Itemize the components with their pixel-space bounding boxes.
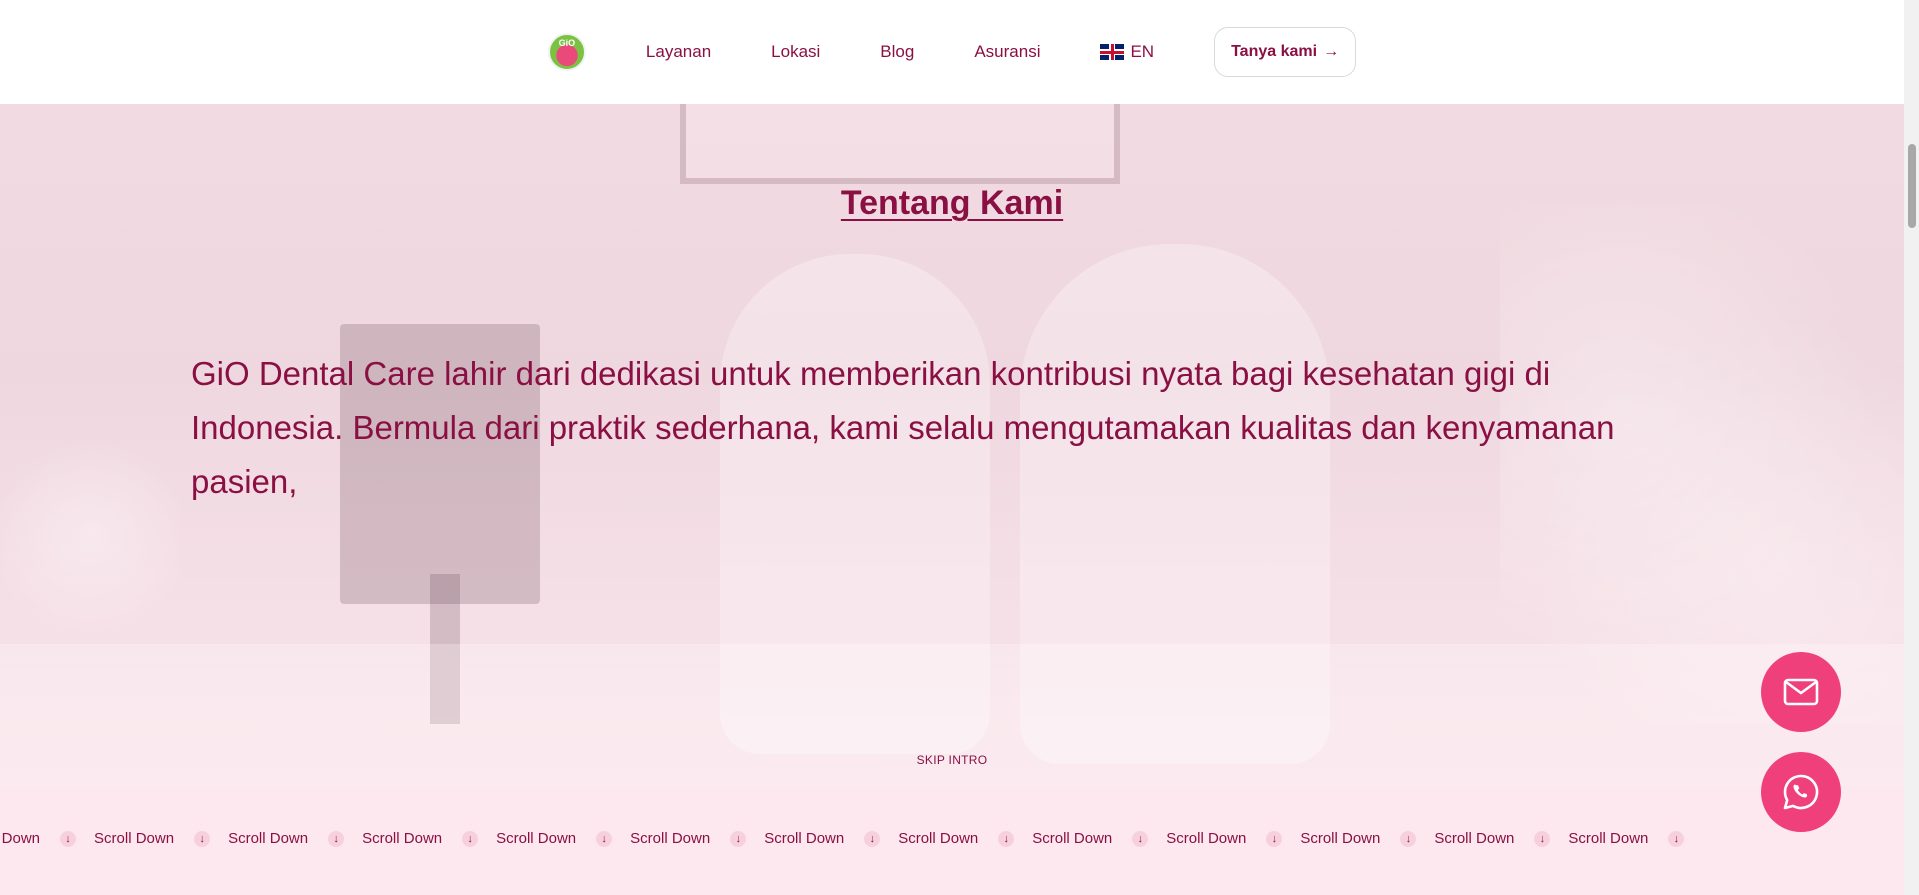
mail-icon — [1783, 678, 1819, 706]
marquee-item: Scroll Down ↓ — [630, 830, 764, 847]
marquee-item: Scroll Down ↓ — [1300, 830, 1434, 847]
arrow-down-icon: ↓ — [596, 830, 613, 847]
whatsapp-icon — [1783, 774, 1819, 810]
marquee-item: Scroll Down ↓ — [1568, 830, 1702, 847]
scroll-down-label: Scroll Down — [1032, 830, 1113, 847]
scroll-down-label: Scroll Down — [630, 830, 711, 847]
arrow-down-icon: ↓ — [1668, 830, 1685, 847]
background-photo-tv — [680, 104, 1120, 184]
marquee-item: Scroll Down ↓ — [228, 830, 362, 847]
scroll-down-label: Scroll Down — [362, 830, 443, 847]
marquee-item: Scroll Down ↓ — [1434, 830, 1568, 847]
scroll-down-label: Scroll Down — [764, 830, 845, 847]
gio-logo[interactable]: GiO — [547, 33, 586, 71]
marquee-item: Scroll Down ↓ — [362, 830, 496, 847]
main-nav: GiO Layanan Lokasi Blog Asuransi EN Tany… — [547, 27, 1357, 77]
language-switcher[interactable]: EN — [1100, 42, 1154, 62]
email-button[interactable] — [1761, 652, 1841, 732]
marquee-track: Scroll Down↓Scroll Down↓Scroll Down↓Scro… — [0, 830, 1702, 847]
marquee-item: Scroll Down ↓ — [1166, 830, 1300, 847]
arrow-right-icon: → — [1323, 43, 1340, 60]
about-paragraph: GiO Dental Care lahir dari dedikasi untu… — [191, 355, 1615, 500]
scroll-down-label: Scroll Down — [1568, 830, 1649, 847]
arrow-down-icon: ↓ — [194, 830, 211, 847]
arrow-down-icon: ↓ — [1266, 830, 1283, 847]
arrow-down-icon: ↓ — [1534, 830, 1551, 847]
arrow-down-icon: ↓ — [328, 830, 345, 847]
arrow-down-icon: ↓ — [462, 830, 479, 847]
marquee-item: Scroll Down ↓ — [496, 830, 630, 847]
site-header: GiO Layanan Lokasi Blog Asuransi EN Tany… — [0, 0, 1904, 104]
arrow-down-icon: ↓ — [1400, 830, 1417, 847]
background-photo-flowers-left — [0, 404, 180, 664]
arrow-down-icon: ↓ — [60, 830, 77, 847]
page-scrollbar[interactable] — [1904, 0, 1919, 895]
skip-intro-button[interactable]: SKIP INTRO — [0, 753, 1904, 767]
nav-blog[interactable]: Blog — [880, 42, 914, 62]
logo-text: GiO — [558, 38, 576, 48]
ask-us-label: Tanya kami — [1231, 43, 1318, 60]
scroll-down-label: Scroll Down — [0, 830, 41, 847]
scroll-down-marquee: Scroll Down↓Scroll Down↓Scroll Down↓Scro… — [0, 786, 1904, 895]
ask-us-button[interactable]: Tanya kami → — [1214, 27, 1357, 77]
arrow-down-icon: ↓ — [998, 830, 1015, 847]
uk-flag-icon — [1100, 44, 1125, 60]
marquee-item: Scroll Down ↓ — [764, 830, 898, 847]
scroll-down-label: Scroll Down — [1166, 830, 1247, 847]
scroll-down-label: Scroll Down — [228, 830, 309, 847]
whatsapp-button[interactable] — [1761, 752, 1841, 832]
marquee-item: Scroll Down ↓ — [0, 830, 94, 847]
marquee-item: Scroll Down ↓ — [1032, 830, 1166, 847]
arrow-down-icon: ↓ — [864, 830, 881, 847]
arrow-down-icon: ↓ — [730, 830, 747, 847]
scroll-down-label: Scroll Down — [1300, 830, 1381, 847]
marquee-item: Scroll Down ↓ — [898, 830, 1032, 847]
scroll-down-label: Scroll Down — [1434, 830, 1515, 847]
section-title[interactable]: Tentang Kami — [0, 184, 1904, 223]
about-hero: Tentang Kami GiO Dental Care lahir dari … — [0, 104, 1904, 786]
language-label: EN — [1130, 42, 1155, 61]
nav-asuransi[interactable]: Asuransi — [974, 42, 1040, 62]
scrollbar-thumb[interactable] — [1908, 144, 1916, 228]
nav-layanan[interactable]: Layanan — [646, 42, 711, 62]
scroll-down-label: Scroll Down — [898, 830, 979, 847]
scroll-down-label: Scroll Down — [496, 830, 577, 847]
arrow-down-icon: ↓ — [1132, 830, 1149, 847]
marquee-item: Scroll Down ↓ — [94, 830, 228, 847]
nav-lokasi[interactable]: Lokasi — [771, 42, 820, 62]
scroll-down-label: Scroll Down — [94, 830, 175, 847]
